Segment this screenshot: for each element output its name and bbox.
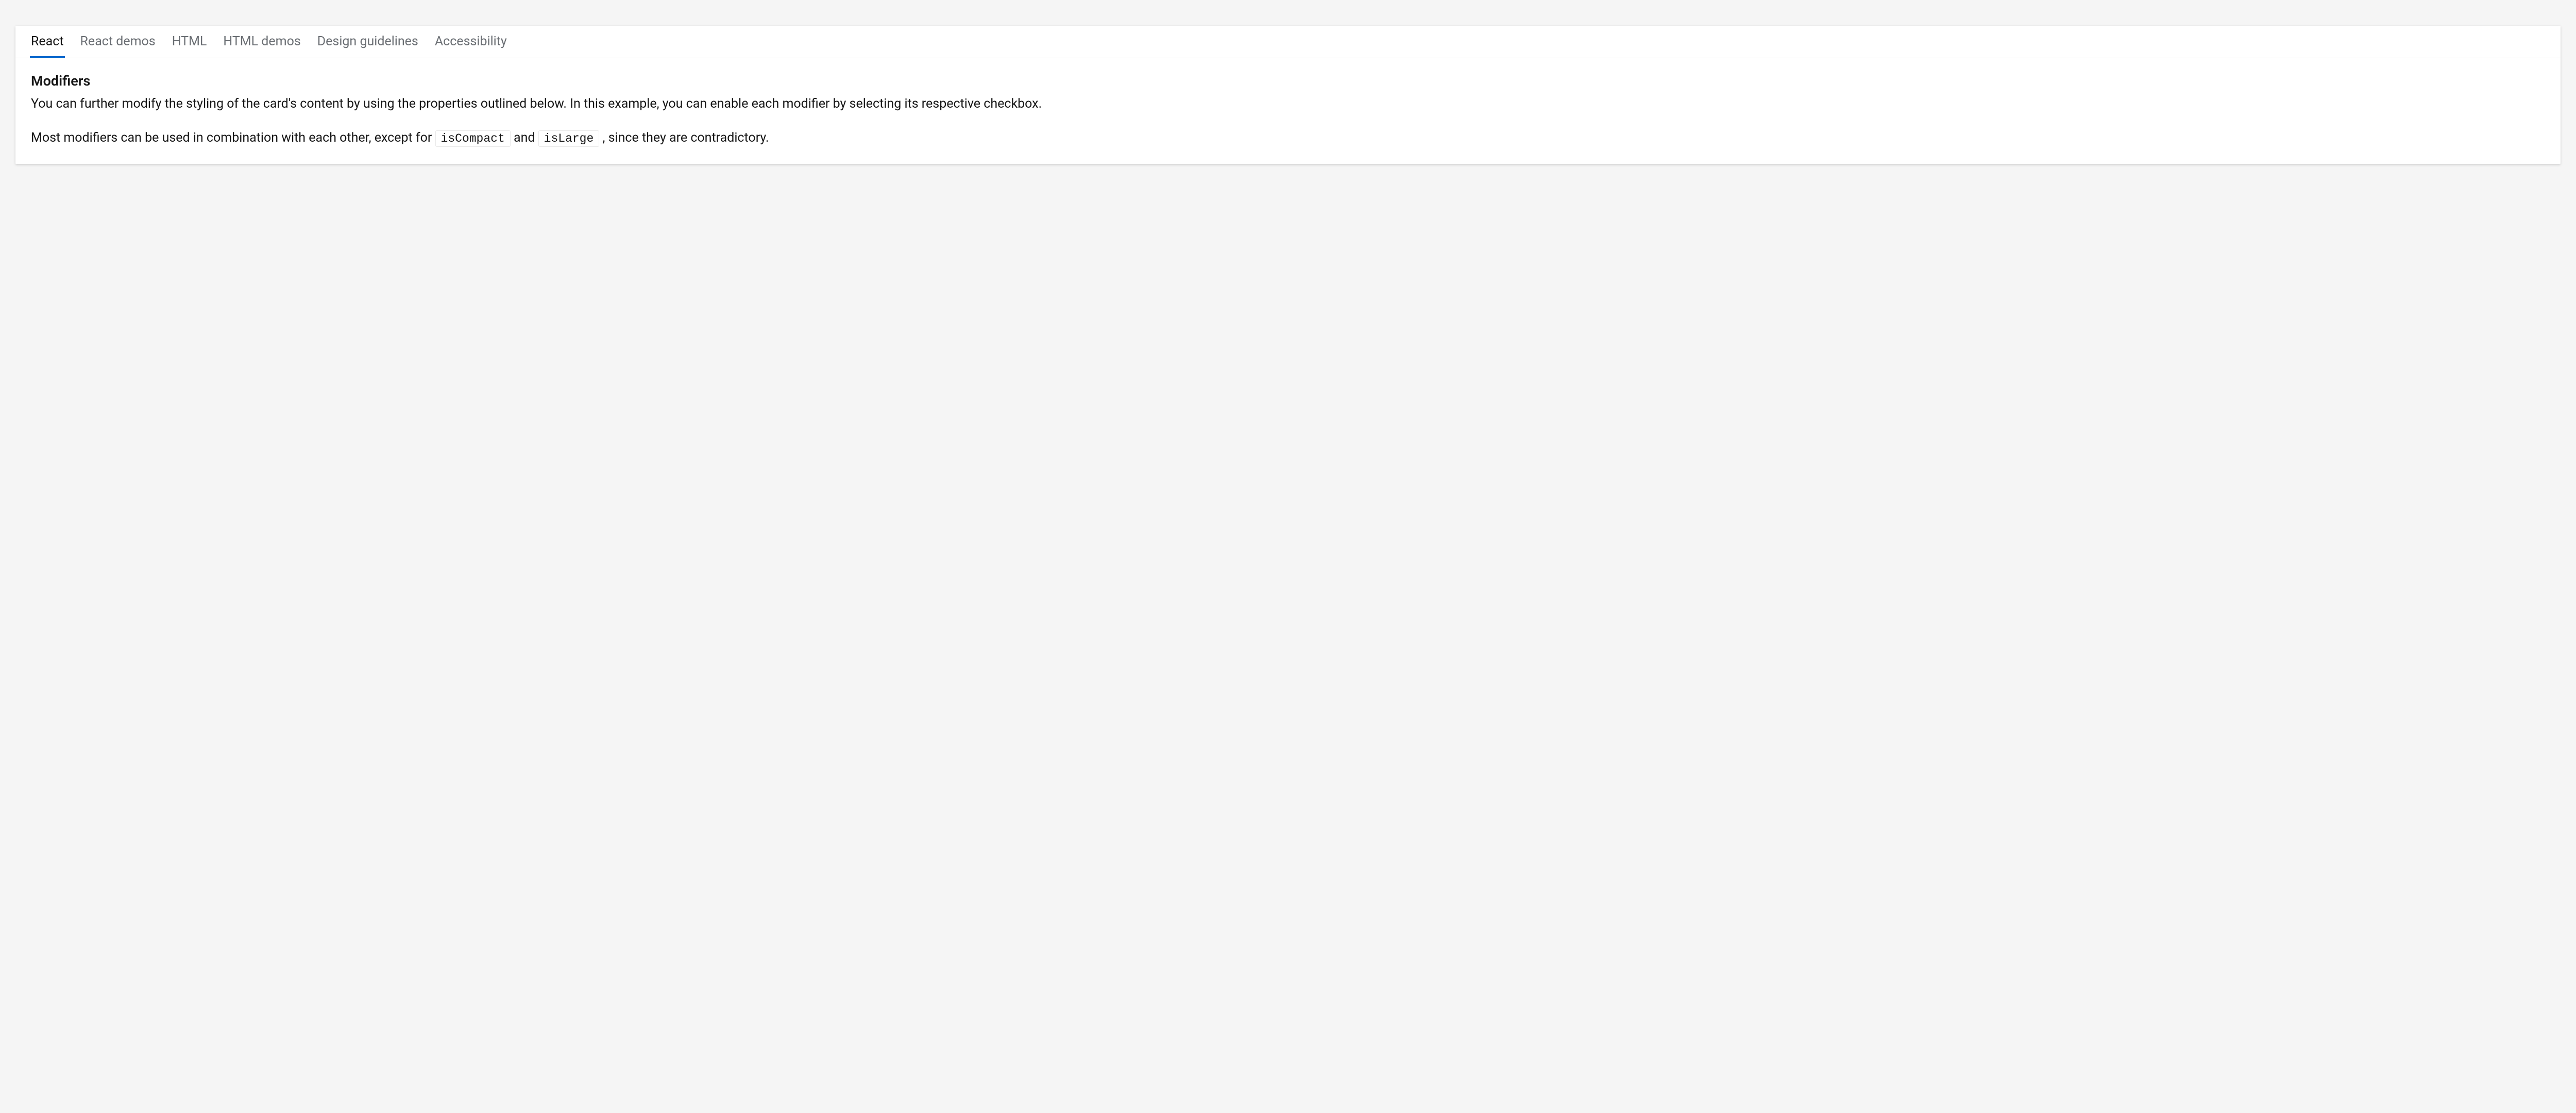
paragraph-note: Most modifiers can be used in combinatio… xyxy=(31,128,2545,148)
code-iscompact: isCompact xyxy=(435,130,511,147)
tab-accessibility[interactable]: Accessibility xyxy=(434,26,508,58)
code-islarge: isLarge xyxy=(538,130,600,147)
tab-list: React React demos HTML HTML demos Design… xyxy=(15,26,2561,58)
documentation-card: React React demos HTML HTML demos Design… xyxy=(15,26,2561,164)
section-heading: Modifiers xyxy=(31,73,2545,89)
tab-react-demos[interactable]: React demos xyxy=(79,26,157,58)
text-segment: and xyxy=(511,130,538,145)
text-segment: , since they are contradictory. xyxy=(599,130,769,145)
tab-content: Modifiers You can further modify the sty… xyxy=(15,58,2561,164)
tab-react[interactable]: React xyxy=(30,26,65,58)
tab-html-demos[interactable]: HTML demos xyxy=(222,26,301,58)
paragraph-intro: You can further modify the styling of th… xyxy=(31,94,2545,114)
text-segment: Most modifiers can be used in combinatio… xyxy=(31,130,435,145)
tab-html[interactable]: HTML xyxy=(171,26,208,58)
tab-design-guidelines[interactable]: Design guidelines xyxy=(316,26,419,58)
